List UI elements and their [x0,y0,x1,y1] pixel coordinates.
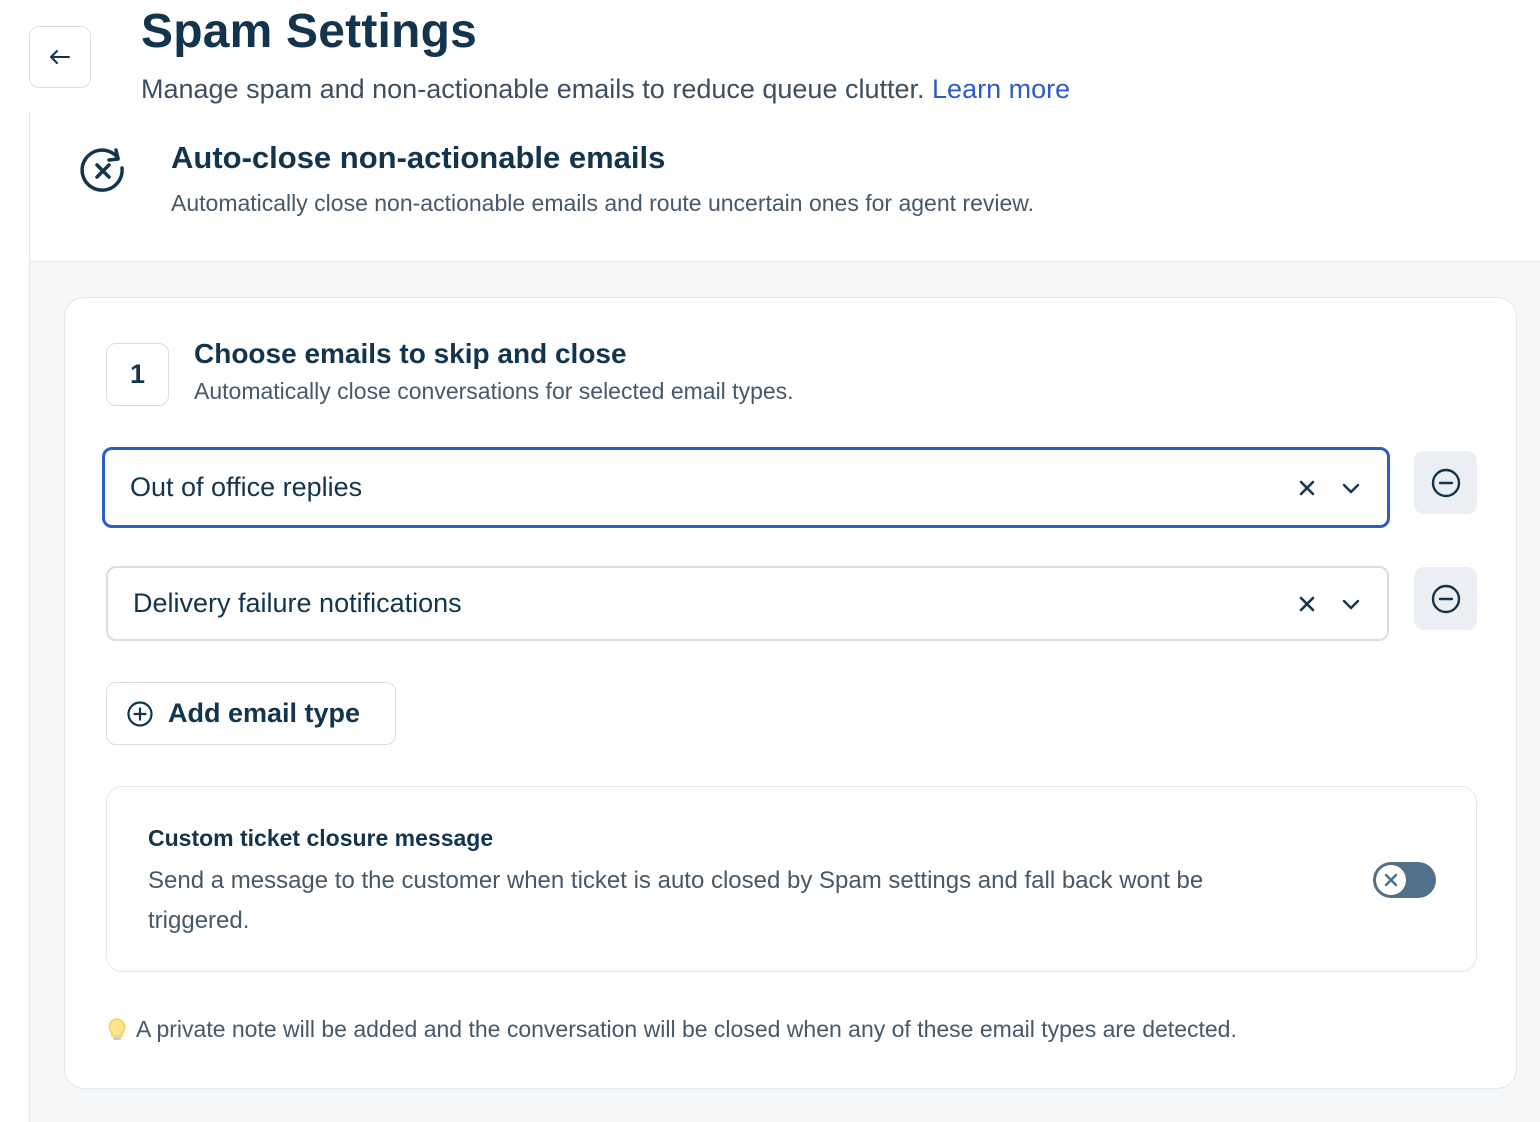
info-note: A private note will be added and the con… [106,1016,1237,1043]
back-button[interactable] [29,26,91,88]
step-description: Automatically close conversations for se… [194,378,794,404]
close-icon [1384,873,1398,887]
closure-description: Send a message to the customer when tick… [148,867,1204,934]
minus-circle-icon [1431,584,1460,613]
email-type-value: Delivery failure notifications [133,588,462,618]
close-icon[interactable] [1295,476,1319,500]
toggle-knob [1376,865,1406,895]
close-icon[interactable] [1295,592,1319,616]
page-subtitle: Manage spam and non-actionable emails to… [141,74,1070,105]
minus-circle-icon [1431,468,1460,497]
info-note-text: A private note will be added and the con… [136,1016,1237,1042]
closure-title: Custom ticket closure message [148,825,494,851]
add-email-type-button[interactable]: Add email type [106,682,396,745]
custom-closure-message-box: Custom ticket closure message Send a mes… [106,786,1477,972]
auto-close-icon [80,148,124,192]
page-subtitle-text: Manage spam and non-actionable emails to… [141,74,925,104]
email-type-value: Out of office replies [130,472,363,502]
chevron-down-icon[interactable] [1339,592,1363,616]
arrow-left-icon [50,50,70,64]
chevron-down-icon[interactable] [1339,476,1363,500]
section-description: Automatically close non-actionable email… [171,190,1034,216]
lightbulb-icon [108,1017,126,1040]
add-email-type-label: Add email type [168,698,361,728]
step-title: Choose emails to skip and close [194,338,627,369]
closure-toggle[interactable] [1373,862,1436,898]
remove-email-type-button-1[interactable] [1414,451,1477,514]
email-type-select-2[interactable]: Delivery failure notifications [106,566,1389,641]
plus-circle-icon [127,700,153,727]
email-type-select-1[interactable]: Out of office replies [102,447,1390,528]
page-title: Spam Settings [141,5,477,58]
section-header: Auto-close non-actionable emails Automat… [30,112,1540,262]
remove-email-type-button-2[interactable] [1414,567,1477,630]
step-number: 1 [106,343,169,406]
section-title: Auto-close non-actionable emails [171,140,666,175]
settings-panel: Auto-close non-actionable emails Automat… [29,112,1540,1122]
step-card: 1 Choose emails to skip and close Automa… [64,297,1517,1089]
learn-more-link[interactable]: Learn more [932,74,1070,104]
